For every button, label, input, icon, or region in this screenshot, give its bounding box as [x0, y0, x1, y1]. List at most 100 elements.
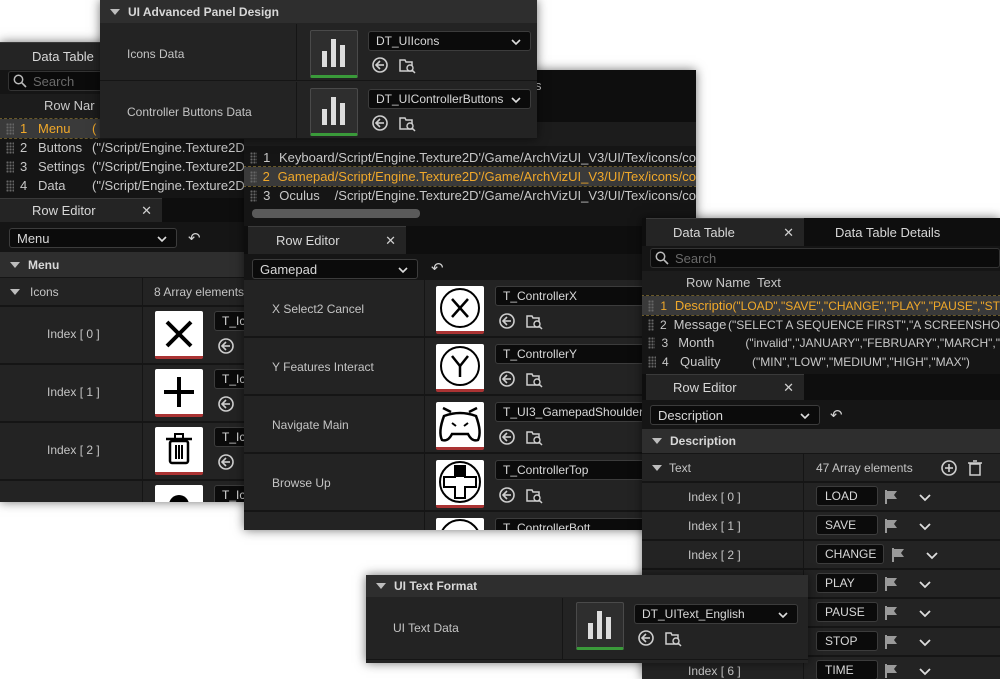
tab-data-table[interactable]: Data Table ✕	[646, 218, 804, 246]
table-row[interactable]: 1 Descriptior ("LOAD","SAVE","CHANGE","P…	[642, 295, 1000, 316]
section-header[interactable]: Menu	[0, 252, 248, 277]
text-value-field[interactable]: STOP	[816, 631, 878, 651]
asset-dropdown[interactable]: DT_UIControllerButtons	[368, 89, 531, 109]
use-selected-arrow-icon[interactable]	[371, 114, 389, 132]
drag-handle-icon[interactable]	[648, 355, 656, 368]
col-row-name[interactable]: Row Name	[686, 275, 750, 290]
data-table-thumbnail[interactable]	[310, 88, 358, 136]
drag-handle-icon[interactable]	[648, 299, 655, 312]
drag-handle-icon[interactable]	[6, 122, 14, 135]
asset-picker[interactable]: T_ControllerTop	[495, 460, 645, 480]
collapse-arrow-icon[interactable]	[652, 465, 662, 471]
row-select-dropdown[interactable]: Description	[650, 405, 820, 425]
close-icon[interactable]: ✕	[783, 380, 794, 396]
table-row[interactable]: 4 Data ("/Script/Engine.Texture2D	[0, 176, 248, 195]
texture-thumbnail[interactable]	[155, 485, 203, 502]
table-row[interactable]: 3 Oculus /Script/Engine.Texture2D'/Game/…	[244, 186, 696, 205]
asset-picker[interactable]: T_Ic	[214, 369, 248, 389]
col-row-name[interactable]: Row Nar	[44, 98, 95, 113]
drag-handle-icon[interactable]	[6, 160, 14, 173]
trash-icon[interactable]	[966, 459, 984, 477]
close-icon[interactable]: ✕	[385, 233, 396, 249]
data-table-thumbnail[interactable]	[310, 30, 358, 78]
localization-flag-icon[interactable]	[890, 547, 906, 563]
texture-thumbnail[interactable]	[155, 427, 203, 475]
chevron-down-icon[interactable]	[917, 577, 933, 593]
browse-folder-icon[interactable]	[664, 629, 682, 647]
text-value-field[interactable]: PLAY	[816, 573, 878, 593]
chevron-down-icon[interactable]	[924, 548, 940, 564]
texture-thumbnail[interactable]	[436, 402, 484, 450]
use-selected-arrow-icon[interactable]	[637, 629, 655, 647]
texture-thumbnail[interactable]	[155, 311, 203, 359]
table-row[interactable]: 3 Month ("invalid","JANUARY","FEBRUARY",…	[642, 333, 1000, 352]
reset-arrow-icon[interactable]: ↶	[431, 259, 444, 277]
drag-handle-icon[interactable]	[648, 318, 655, 331]
browse-folder-icon[interactable]	[525, 486, 543, 504]
localization-flag-icon[interactable]	[883, 663, 899, 679]
close-icon[interactable]: ✕	[783, 225, 794, 241]
table-row[interactable]: 2 Gamepad /Script/Engine.Texture2D'/Game…	[244, 166, 696, 187]
localization-flag-icon[interactable]	[883, 605, 899, 621]
asset-picker[interactable]: T_ControllerY	[495, 344, 645, 364]
localization-flag-icon[interactable]	[883, 489, 899, 505]
add-element-icon[interactable]	[940, 459, 958, 477]
data-table-thumbnail[interactable]	[576, 602, 624, 650]
use-selected-arrow-icon[interactable]	[498, 312, 516, 330]
row-select-dropdown[interactable]: Menu	[9, 228, 177, 248]
table-row[interactable]: 4 Quality ("MIN","LOW","MEDIUM","HIGH","…	[642, 352, 1000, 371]
browse-folder-icon[interactable]	[398, 114, 416, 132]
close-icon[interactable]: ✕	[141, 203, 152, 219]
tab-row-editor[interactable]: Row Editor ✕	[248, 226, 406, 254]
chevron-down-icon[interactable]	[917, 664, 933, 679]
drag-handle-icon[interactable]	[250, 170, 257, 183]
texture-thumbnail[interactable]	[436, 460, 484, 508]
drag-handle-icon[interactable]	[648, 336, 656, 349]
use-selected-arrow-icon[interactable]	[217, 395, 235, 413]
browse-folder-icon[interactable]	[525, 312, 543, 330]
texture-thumbnail[interactable]	[155, 369, 203, 417]
use-selected-arrow-icon[interactable]	[498, 428, 516, 446]
text-value-field[interactable]: LOAD	[816, 486, 878, 506]
browse-folder-icon[interactable]	[525, 428, 543, 446]
asset-picker[interactable]: T_Ic	[214, 485, 248, 502]
panel-header[interactable]: UI Advanced Panel Design	[100, 0, 537, 23]
horizontal-scrollbar[interactable]	[252, 209, 420, 218]
use-selected-arrow-icon[interactable]	[498, 486, 516, 504]
tab-row-editor[interactable]: Row Editor ✕	[0, 198, 162, 222]
table-row[interactable]: 2 Message ("SELECT A SEQUENCE FIRST","A …	[642, 315, 1000, 334]
texture-thumbnail[interactable]	[436, 344, 484, 392]
collapse-arrow-icon[interactable]	[10, 261, 20, 268]
chevron-down-icon[interactable]	[917, 635, 933, 651]
browse-folder-icon[interactable]	[525, 370, 543, 388]
collapse-arrow-icon[interactable]	[652, 438, 662, 444]
reset-arrow-icon[interactable]: ↶	[830, 406, 843, 424]
drag-handle-icon[interactable]	[6, 141, 14, 154]
collapse-arrow-icon[interactable]	[10, 289, 20, 295]
text-value-field[interactable]: CHANGE	[816, 544, 884, 564]
use-selected-arrow-icon[interactable]	[217, 337, 235, 355]
drag-handle-icon[interactable]	[250, 151, 258, 164]
text-value-field[interactable]: PAUSE	[816, 602, 878, 622]
drag-handle-icon[interactable]	[6, 179, 14, 192]
asset-dropdown[interactable]: DT_UIIcons	[368, 31, 531, 51]
chevron-down-icon[interactable]	[917, 490, 933, 506]
asset-picker[interactable]: T_ControllerBott	[495, 518, 645, 530]
table-row[interactable]: 2 Buttons ("/Script/Engine.Texture2D	[0, 138, 248, 157]
reset-arrow-icon[interactable]: ↶	[188, 229, 201, 247]
col-text[interactable]: Text	[757, 275, 781, 290]
tab-data-table-details[interactable]: Data Table Details	[812, 218, 1000, 246]
localization-flag-icon[interactable]	[883, 576, 899, 592]
asset-picker[interactable]: T_Ic	[214, 311, 248, 331]
text-value-field[interactable]: SAVE	[816, 515, 878, 535]
table-row[interactable]: 1 Keyboard /Script/Engine.Texture2D'/Gam…	[244, 148, 696, 167]
tab-row-editor[interactable]: Row Editor ✕	[646, 374, 804, 400]
asset-dropdown[interactable]: DT_UIText_English	[634, 604, 798, 624]
use-selected-arrow-icon[interactable]	[371, 56, 389, 74]
search-input[interactable]: Search	[650, 248, 1000, 268]
panel-header[interactable]: UI Text Format	[366, 575, 808, 597]
text-value-field[interactable]: TIME	[816, 660, 878, 679]
use-selected-arrow-icon[interactable]	[498, 370, 516, 388]
section-header[interactable]: Description	[642, 429, 1000, 453]
texture-thumbnail[interactable]	[436, 518, 484, 530]
